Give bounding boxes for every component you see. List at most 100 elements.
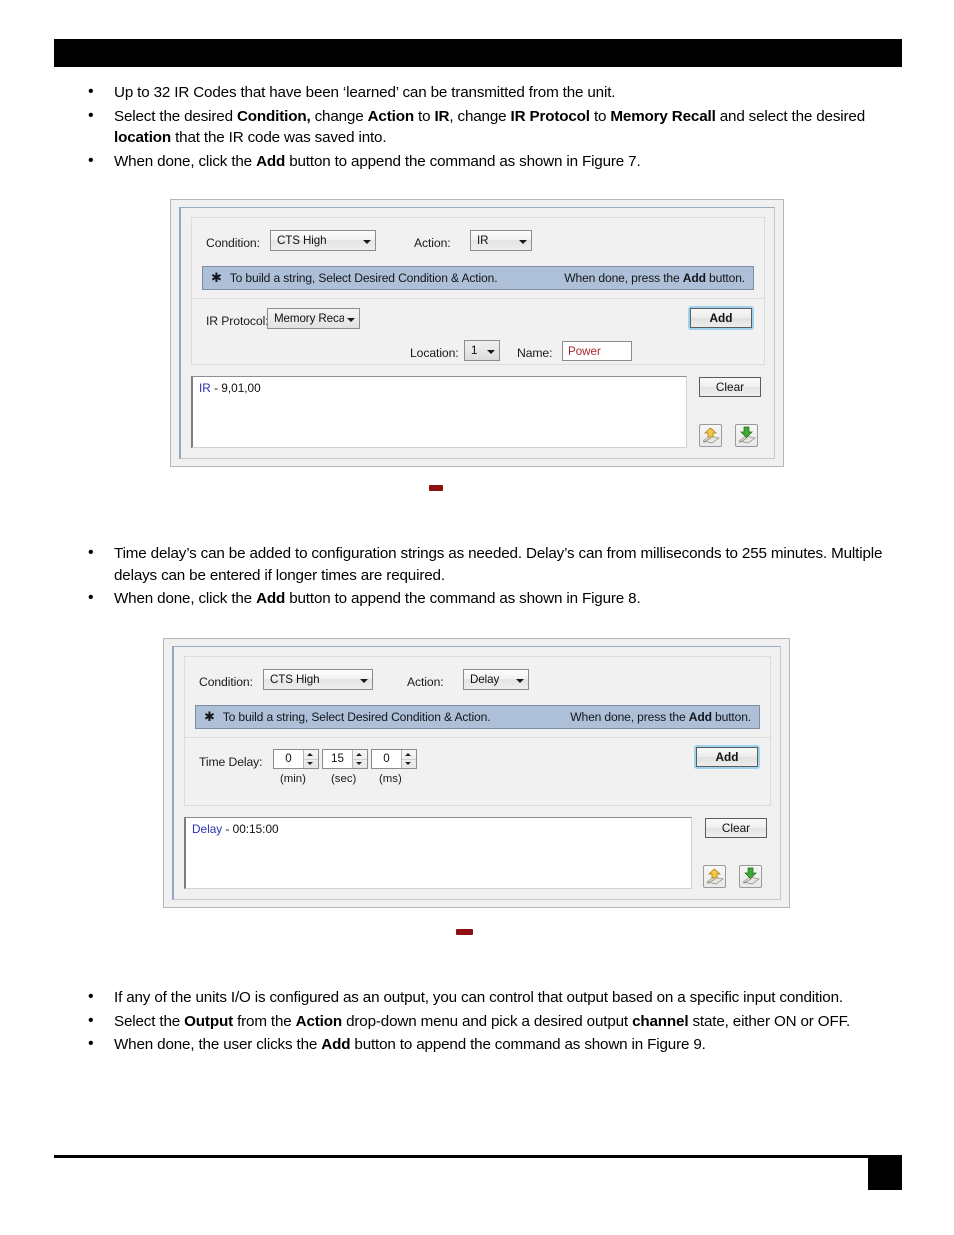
stepper-down-icon[interactable]	[402, 758, 416, 769]
command-output-area: Delay - 00:15:00 Clear	[184, 815, 771, 891]
list-item: When done, click the Add button to appen…	[78, 150, 890, 173]
figure-1-caption-redacted	[429, 485, 443, 491]
clear-button[interactable]: Clear	[699, 377, 761, 397]
condition-label: Condition:	[199, 675, 253, 689]
save-file-button[interactable]	[735, 424, 758, 447]
stepper-buttons[interactable]	[352, 750, 367, 768]
command-builder-group: Condition: CTS High Action: IR ✱ To buil…	[191, 217, 765, 365]
list-item: Select the Output from the Action drop-d…	[78, 1010, 890, 1033]
condition-action-row: Condition: CTS High Action: IR	[192, 230, 764, 256]
location-dropdown-value: 1	[471, 344, 478, 357]
list-item: Up to 32 IR Codes that have been ‘learne…	[78, 81, 890, 104]
instruction-banner-left: To build a string, Select Desired Condit…	[229, 271, 498, 285]
panel-divider	[185, 737, 770, 738]
chevron-down-icon	[344, 309, 359, 328]
stepper-down-icon[interactable]	[353, 758, 367, 769]
footer-rule	[54, 1155, 902, 1158]
action-dropdown-value: Delay	[470, 673, 500, 686]
figure-2-caption-redacted	[456, 929, 473, 935]
save-file-icon	[738, 426, 756, 444]
bullet-block-time-delay: Time delay’s can be added to configurati…	[78, 542, 890, 612]
list-item: Select the desired Condition, change Act…	[78, 105, 890, 149]
save-file-button[interactable]	[739, 865, 762, 888]
condition-dropdown-value: CTS High	[277, 234, 327, 247]
condition-dropdown[interactable]: CTS High	[270, 230, 376, 251]
stepper-buttons[interactable]	[303, 750, 318, 768]
delay-seconds-stepper[interactable]: 15	[322, 749, 368, 769]
stepper-buttons[interactable]	[401, 750, 416, 768]
condition-label: Condition:	[206, 236, 260, 250]
stepper-up-icon[interactable]	[304, 750, 318, 759]
command-output-value: - 9,01,00	[210, 381, 261, 395]
clear-button[interactable]: Clear	[705, 818, 767, 838]
add-button[interactable]: Add	[690, 308, 752, 328]
command-output-value: - 00:15:00	[222, 822, 279, 836]
instruction-banner: ✱ To build a string, Select Desired Cond…	[202, 266, 754, 290]
command-output-textarea[interactable]: Delay - 00:15:00	[184, 817, 692, 889]
bullet-block-ir-codes: Up to 32 IR Codes that have been ‘learne…	[78, 81, 890, 174]
app-window-inner: Condition: CTS High Action: IR ✱ To buil…	[179, 207, 775, 459]
chevron-down-icon	[357, 670, 372, 689]
bullet-block-output-control: If any of the units I/O is configured as…	[78, 986, 890, 1058]
delay-minutes-stepper[interactable]: 0	[273, 749, 319, 769]
location-name-row: Location: 1 Name: Power	[192, 340, 764, 364]
name-label: Name:	[517, 346, 553, 360]
command-output-area: IR - 9,01,00 Clear	[191, 374, 765, 450]
instruction-banner: ✱ To build a string, Select Desired Cond…	[195, 705, 760, 729]
time-delay-row: Time Delay: 0 15 0 (min) (sec) (ms)	[185, 747, 770, 785]
action-dropdown[interactable]: IR	[470, 230, 532, 251]
redacted-page-number	[868, 1157, 902, 1190]
unit-label-milliseconds: (ms)	[379, 773, 402, 785]
command-builder-group: Condition: CTS High Action: Delay ✱ To b…	[184, 656, 771, 806]
stepper-up-icon[interactable]	[353, 750, 367, 759]
chevron-down-icon	[484, 341, 499, 360]
command-output-tag: IR	[199, 381, 211, 395]
list-item: Time delay’s can be added to configurati…	[78, 542, 890, 586]
instruction-banner-left: To build a string, Select Desired Condit…	[222, 710, 491, 724]
chevron-down-icon	[516, 231, 531, 250]
save-file-icon	[742, 867, 760, 885]
location-dropdown[interactable]: 1	[464, 340, 500, 361]
stepper-down-icon[interactable]	[304, 758, 318, 769]
app-window-inner: Condition: CTS High Action: Delay ✱ To b…	[172, 646, 781, 900]
location-label: Location:	[410, 346, 459, 360]
list-item: When done, the user clicks the Add butto…	[78, 1033, 890, 1056]
bullet-list: Time delay’s can be added to configurati…	[78, 542, 890, 610]
command-output-textarea[interactable]: IR - 9,01,00	[191, 376, 687, 448]
delay-minutes-value: 0	[285, 752, 292, 765]
action-dropdown-value: IR	[477, 234, 489, 247]
action-label: Action:	[407, 675, 444, 689]
instruction-banner-right: When done, press the Add button.	[570, 710, 751, 724]
ir-protocol-dropdown[interactable]: Memory Recall	[267, 308, 360, 329]
time-delay-label: Time Delay:	[199, 755, 263, 769]
action-label: Action:	[414, 236, 451, 250]
add-button[interactable]: Add	[696, 747, 758, 767]
open-file-button[interactable]	[703, 865, 726, 888]
panel-divider	[192, 298, 764, 299]
unit-label-seconds: (sec)	[331, 773, 357, 785]
ir-protocol-dropdown-value: Memory Recall	[274, 312, 344, 325]
chevron-down-icon	[513, 670, 528, 689]
open-file-icon	[702, 427, 720, 444]
bullet-list: If any of the units I/O is configured as…	[78, 986, 890, 1056]
bullet-list: Up to 32 IR Codes that have been ‘learne…	[78, 81, 890, 173]
open-file-button[interactable]	[699, 424, 722, 447]
stepper-up-icon[interactable]	[402, 750, 416, 759]
ir-protocol-label: IR Protocol:	[206, 314, 269, 328]
instruction-banner-right: When done, press the Add button.	[564, 271, 745, 285]
asterisk-icon: ✱	[211, 270, 222, 285]
asterisk-icon: ✱	[204, 709, 215, 724]
condition-dropdown-value: CTS High	[270, 673, 320, 686]
add-button-focus-ring: Add	[688, 306, 754, 330]
figure-delay-command-builder: Condition: CTS High Action: Delay ✱ To b…	[163, 638, 790, 908]
list-item: If any of the units I/O is configured as…	[78, 986, 890, 1009]
delay-seconds-value: 15	[331, 752, 344, 765]
action-dropdown[interactable]: Delay	[463, 669, 529, 690]
name-input[interactable]: Power	[562, 341, 632, 361]
unit-label-minutes: (min)	[280, 773, 306, 785]
figure-ir-command-builder: Condition: CTS High Action: IR ✱ To buil…	[170, 199, 784, 467]
add-button-focus-ring: Add	[694, 745, 760, 769]
delay-milliseconds-stepper[interactable]: 0	[371, 749, 417, 769]
ir-protocol-row: IR Protocol: Memory Recall	[192, 308, 764, 334]
condition-dropdown[interactable]: CTS High	[263, 669, 373, 690]
